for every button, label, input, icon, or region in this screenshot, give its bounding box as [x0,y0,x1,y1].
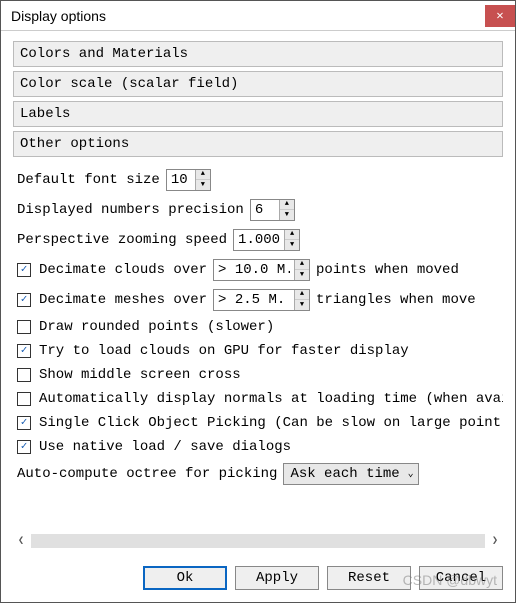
native-dialogs-label: Use native load / save dialogs [39,439,291,455]
rounded-points-label: Draw rounded points (slower) [39,319,274,335]
spin-buttons: ▲ ▼ [294,290,309,310]
font-size-label: Default font size [17,172,160,188]
cancel-button[interactable]: Cancel [419,566,503,590]
other-options-body: Default font size ▲ ▼ Displayed numbers … [13,161,503,528]
close-button[interactable]: ✕ [485,5,515,27]
spin-up-icon[interactable]: ▲ [280,200,294,210]
titlebar: Display options ✕ [1,1,515,31]
scroll-right-icon[interactable]: ❯ [487,533,503,549]
row-gpu-load: Try to load clouds on GPU for faster dis… [17,343,503,359]
apply-button[interactable]: Apply [235,566,319,590]
octree-label: Auto-compute octree for picking [17,466,277,482]
spin-down-icon[interactable]: ▼ [295,270,309,280]
decimate-clouds-input[interactable] [214,260,294,280]
decimate-clouds-label: Decimate clouds over [39,262,207,278]
section-colors-materials[interactable]: Colors and Materials [13,41,503,67]
decimate-meshes-suffix: triangles when move [316,292,476,308]
decimate-clouds-spinbox[interactable]: ▲ ▼ [213,259,310,281]
precision-label: Displayed numbers precision [17,202,244,218]
middle-cross-label: Show middle screen cross [39,367,241,383]
row-octree: Auto-compute octree for picking Ask each… [17,463,503,485]
decimate-meshes-label: Decimate meshes over [39,292,207,308]
middle-cross-checkbox[interactable] [17,368,31,382]
font-size-spinbox[interactable]: ▲ ▼ [166,169,211,191]
reset-button[interactable]: Reset [327,566,411,590]
row-decimate-meshes: Decimate meshes over ▲ ▼ triangles when … [17,289,503,311]
row-precision: Displayed numbers precision ▲ ▼ [17,199,503,221]
single-click-label: Single Click Object Picking (Can be slow… [39,415,503,431]
spin-buttons: ▲ ▼ [294,260,309,280]
spin-buttons: ▲ ▼ [284,230,299,250]
spin-up-icon[interactable]: ▲ [295,260,309,270]
row-single-click: Single Click Object Picking (Can be slow… [17,415,503,431]
spin-buttons: ▲ ▼ [279,200,294,220]
spin-down-icon[interactable]: ▼ [280,210,294,220]
zoom-input[interactable] [234,230,284,250]
rounded-points-checkbox[interactable] [17,320,31,334]
decimate-clouds-checkbox[interactable] [17,263,31,277]
row-auto-normals: Automatically display normals at loading… [17,391,503,407]
zoom-label: Perspective zooming speed [17,232,227,248]
precision-spinbox[interactable]: ▲ ▼ [250,199,295,221]
gpu-load-label: Try to load clouds on GPU for faster dis… [39,343,409,359]
gpu-load-checkbox[interactable] [17,344,31,358]
octree-select[interactable]: Ask each time ⌄ [283,463,418,485]
section-labels[interactable]: Labels [13,101,503,127]
auto-normals-checkbox[interactable] [17,392,31,406]
section-other-options[interactable]: Other options [13,131,503,157]
scroll-track[interactable] [31,534,485,548]
octree-value: Ask each time [290,466,399,482]
section-color-scale[interactable]: Color scale (scalar field) [13,71,503,97]
row-middle-cross: Show middle screen cross [17,367,503,383]
spin-down-icon[interactable]: ▼ [285,240,299,250]
auto-normals-label: Automatically display normals at loading… [39,391,503,407]
single-click-checkbox[interactable] [17,416,31,430]
row-native-dialogs: Use native load / save dialogs [17,439,503,455]
dialog-window: Display options ✕ Colors and Materials C… [0,0,516,603]
decimate-meshes-input[interactable] [214,290,294,310]
spin-up-icon[interactable]: ▲ [295,290,309,300]
spin-up-icon[interactable]: ▲ [285,230,299,240]
precision-input[interactable] [251,200,279,220]
spin-buttons: ▲ ▼ [195,170,210,190]
ok-button[interactable]: Ok [143,566,227,590]
chevron-down-icon: ⌄ [408,468,414,480]
scroll-left-icon[interactable]: ❮ [13,533,29,549]
spin-down-icon[interactable]: ▼ [196,180,210,190]
zoom-spinbox[interactable]: ▲ ▼ [233,229,300,251]
decimate-clouds-suffix: points when moved [316,262,459,278]
horizontal-scrollbar[interactable]: ❮ ❯ [13,532,503,550]
spin-down-icon[interactable]: ▼ [295,300,309,310]
window-title: Display options [11,8,485,24]
row-font-size: Default font size ▲ ▼ [17,169,503,191]
button-row: Ok Apply Reset Cancel CSDN @dbwyt [1,558,515,602]
spin-up-icon[interactable]: ▲ [196,170,210,180]
font-size-input[interactable] [167,170,195,190]
close-icon: ✕ [496,8,503,23]
decimate-meshes-checkbox[interactable] [17,293,31,307]
content-area: Colors and Materials Color scale (scalar… [1,31,515,558]
decimate-meshes-spinbox[interactable]: ▲ ▼ [213,289,310,311]
row-zoom-speed: Perspective zooming speed ▲ ▼ [17,229,503,251]
row-rounded-points: Draw rounded points (slower) [17,319,503,335]
row-decimate-clouds: Decimate clouds over ▲ ▼ points when mov… [17,259,503,281]
native-dialogs-checkbox[interactable] [17,440,31,454]
